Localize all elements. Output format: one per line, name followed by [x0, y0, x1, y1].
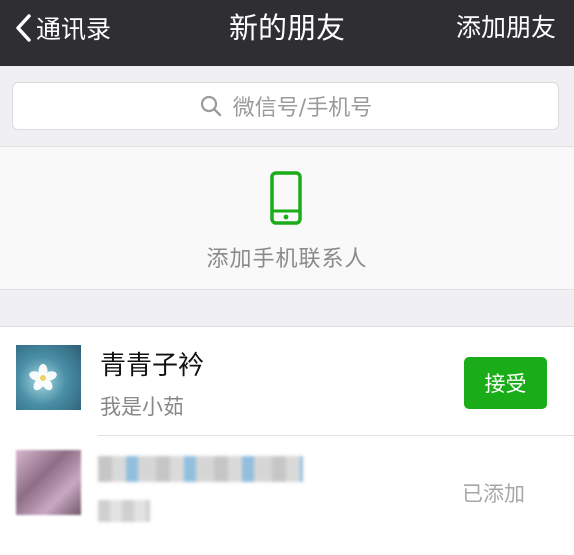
nav-bar: 通讯录 新的朋友 添加朋友	[0, 0, 574, 66]
add-phone-contacts-label: 添加手机联系人	[206, 247, 368, 272]
list-item[interactable]: 青青子衿 我是小茹 接受	[0, 327, 574, 435]
added-status-label: 已添加	[462, 482, 525, 506]
search-icon	[199, 94, 223, 118]
contact-name: 青青子衿	[100, 351, 205, 381]
add-phone-contacts[interactable]: 添加手机联系人	[0, 146, 574, 290]
search-placeholder: 微信号/手机号	[232, 96, 373, 121]
blurred-contact-name	[98, 456, 303, 482]
search-input[interactable]: 微信号/手机号	[12, 82, 559, 130]
search-area: 微信号/手机号	[0, 66, 574, 146]
avatar	[16, 450, 81, 515]
back-button-label: 通讯录	[36, 15, 112, 44]
chevron-left-icon	[14, 13, 32, 43]
back-button[interactable]: 通讯录	[14, 10, 111, 46]
add-friend-button[interactable]: 添加朋友	[456, 10, 556, 46]
list-item[interactable]: 已添加	[0, 436, 574, 544]
accept-button[interactable]: 接受	[464, 357, 547, 409]
request-message: 我是小茹	[100, 395, 184, 419]
phone-icon	[270, 171, 302, 229]
blurred-request-message	[98, 500, 150, 522]
avatar	[16, 345, 81, 410]
friend-request-list: 青青子衿 我是小茹 接受 已添加	[0, 326, 574, 555]
